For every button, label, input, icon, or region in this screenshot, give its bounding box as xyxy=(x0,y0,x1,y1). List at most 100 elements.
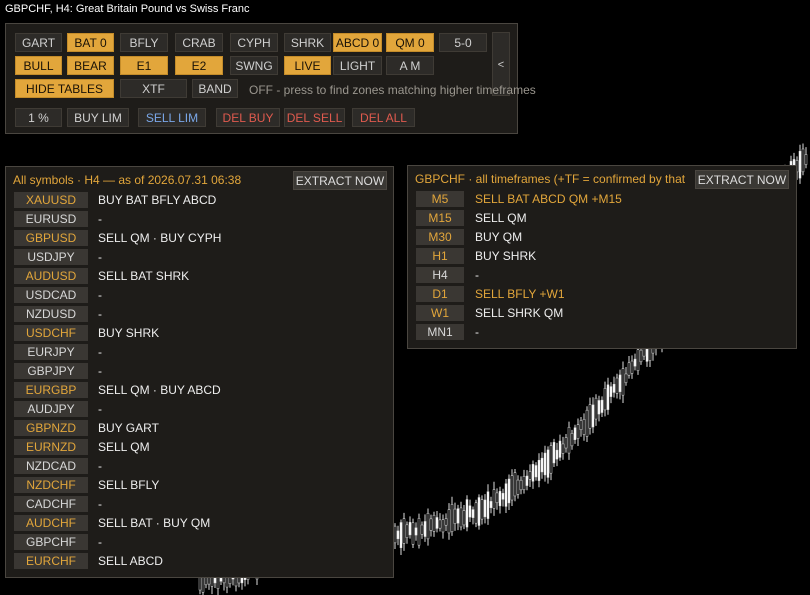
toolbar-button-band[interactable]: BAND xyxy=(192,79,238,98)
symbol-button[interactable]: NZDCHF xyxy=(14,477,88,493)
candle-body xyxy=(513,472,517,497)
candle-body xyxy=(492,489,496,509)
candle-body xyxy=(417,518,421,546)
timeframes-panel-title: GBPCHF · all timeframes (+TF = confirmed… xyxy=(415,172,686,186)
timeframe-button[interactable]: W1 xyxy=(416,305,464,321)
symbol-signal: - xyxy=(98,250,102,264)
candle-body xyxy=(549,445,553,474)
toolbar-button-del-sell[interactable]: DEL SELL xyxy=(284,108,345,127)
timeframe-button[interactable]: MN1 xyxy=(416,324,464,340)
toolbar-button-bear[interactable]: BEAR xyxy=(67,56,114,75)
toolbar-button-swng[interactable]: SWNG xyxy=(230,56,278,75)
candle-body xyxy=(534,465,538,478)
toolbar-button-live[interactable]: LIVE xyxy=(284,56,331,75)
candle-body xyxy=(576,424,580,439)
candle-body xyxy=(609,386,613,397)
candle-body xyxy=(627,362,631,376)
symbol-row: EURGBP SELL QM · BUY ABCD xyxy=(6,381,393,400)
symbol-button[interactable]: AUDJPY xyxy=(14,401,88,417)
timeframe-row: M5 SELL BAT ABCD QM +M15 xyxy=(408,190,796,209)
candle-body xyxy=(594,397,598,420)
toolbar-button-e2[interactable]: E2 xyxy=(175,56,223,75)
symbol-button[interactable]: EURCHF xyxy=(14,553,88,569)
timeframe-signal: SELL SHRK QM xyxy=(475,306,564,320)
window-title: GBPCHF, H4: Great Britain Pound vs Swiss… xyxy=(5,3,250,15)
timeframe-signal: SELL QM xyxy=(475,211,527,225)
timeframe-button[interactable]: D1 xyxy=(416,286,464,302)
symbol-row: USDJPY - xyxy=(6,248,393,267)
timeframe-signal: SELL BFLY +W1 xyxy=(475,287,565,301)
candle-body xyxy=(555,449,559,460)
symbol-button[interactable]: GBPNZD xyxy=(14,420,88,436)
toolbar-button-light[interactable]: LIGHT xyxy=(333,56,382,75)
toolbar-button-del-buy[interactable]: DEL BUY xyxy=(216,108,280,127)
extract-now-button[interactable]: EXTRACT NOW xyxy=(293,171,387,190)
symbol-button[interactable]: AUDUSD xyxy=(14,268,88,284)
symbol-button[interactable]: USDJPY xyxy=(14,249,88,265)
symbol-signal: - xyxy=(98,212,102,226)
symbol-row: GBPNZD BUY GART xyxy=(6,419,393,438)
toolbar-button-xtf[interactable]: XTF xyxy=(120,79,187,98)
symbol-button[interactable]: CADCHF xyxy=(14,496,88,512)
timeframe-button[interactable]: M5 xyxy=(416,191,464,207)
symbol-signal: SELL BAT SHRK xyxy=(98,269,190,283)
toolbar-button-1[interactable]: 1 % xyxy=(15,108,62,127)
candle-body xyxy=(630,360,634,374)
symbol-button[interactable]: AUDCHF xyxy=(14,515,88,531)
toolbar-button-bfly[interactable]: BFLY xyxy=(120,33,168,52)
symbol-button[interactable]: XAUUSD xyxy=(14,192,88,208)
candle-body xyxy=(429,518,433,531)
symbol-row: EURUSD - xyxy=(6,210,393,229)
candle-body xyxy=(606,384,610,410)
toolbar-button-gart[interactable]: GART xyxy=(15,33,62,52)
timeframe-button[interactable]: M15 xyxy=(416,210,464,226)
symbol-row: EURJPY - xyxy=(6,343,393,362)
symbol-button[interactable]: NZDUSD xyxy=(14,306,88,322)
toolbar-button-bat-0[interactable]: BAT 0 xyxy=(67,33,114,52)
candle-body xyxy=(612,384,616,393)
candle-body xyxy=(507,478,511,504)
candle-body xyxy=(564,437,568,449)
timeframe-row: W1 SELL SHRK QM xyxy=(408,304,796,323)
timeframe-button[interactable]: H1 xyxy=(416,248,464,264)
candle-body xyxy=(636,349,640,371)
toolbar-button-bull[interactable]: BULL xyxy=(15,56,62,75)
toolbar-button-crab[interactable]: CRAB xyxy=(175,33,223,52)
toolbar-button-hide-tables[interactable]: HIDE TABLES xyxy=(15,79,114,98)
symbol-button[interactable]: EURGBP xyxy=(14,382,88,398)
toolbar-button-buy-lim[interactable]: BUY LIM xyxy=(67,108,129,127)
extract-now-timeframes-button[interactable]: EXTRACT NOW xyxy=(695,170,789,189)
timeframe-row: M15 SELL QM xyxy=(408,209,796,228)
symbol-button[interactable]: EURNZD xyxy=(14,439,88,455)
candle-body xyxy=(393,525,397,544)
candle-body xyxy=(501,493,505,500)
symbol-button[interactable]: USDCAD xyxy=(14,287,88,303)
symbol-button[interactable]: USDCHF xyxy=(14,325,88,341)
toolbar-button-e1[interactable]: E1 xyxy=(120,56,168,75)
toolbar-button-cyph[interactable]: CYPH xyxy=(230,33,278,52)
symbol-signal: - xyxy=(98,345,102,359)
candle-body xyxy=(432,514,436,532)
symbol-button[interactable]: NZDCAD xyxy=(14,458,88,474)
symbol-row: AUDCHF SELL BAT · BUY QM xyxy=(6,514,393,533)
symbol-button[interactable]: GBPJPY xyxy=(14,363,88,379)
candle-body xyxy=(525,475,529,486)
toolbar-button-5-0[interactable]: 5-0 xyxy=(439,33,487,52)
candle-body xyxy=(405,524,409,538)
toolbar-button-qm-0[interactable]: QM 0 xyxy=(386,33,434,52)
symbol-button[interactable]: EURJPY xyxy=(14,344,88,360)
toolbar-button-abcd-0[interactable]: ABCD 0 xyxy=(333,33,382,52)
toolbar-button-sell-lim[interactable]: SELL LIM xyxy=(138,108,206,127)
timeframe-button[interactable]: H4 xyxy=(416,267,464,283)
candle-body xyxy=(579,420,583,430)
toolbar-button-shrk[interactable]: SHRK xyxy=(284,33,331,52)
timeframe-button[interactable]: M30 xyxy=(416,229,464,245)
symbol-button[interactable]: GBPCHF xyxy=(14,534,88,550)
symbol-button[interactable]: GBPUSD xyxy=(14,230,88,246)
toolbar-button-a-m[interactable]: A M xyxy=(386,56,434,75)
candle-body xyxy=(603,388,607,411)
candle-body xyxy=(546,449,550,478)
toolbar-button-del-all[interactable]: DEL ALL xyxy=(352,108,415,127)
symbol-button[interactable]: EURUSD xyxy=(14,211,88,227)
candle-body xyxy=(399,522,403,548)
